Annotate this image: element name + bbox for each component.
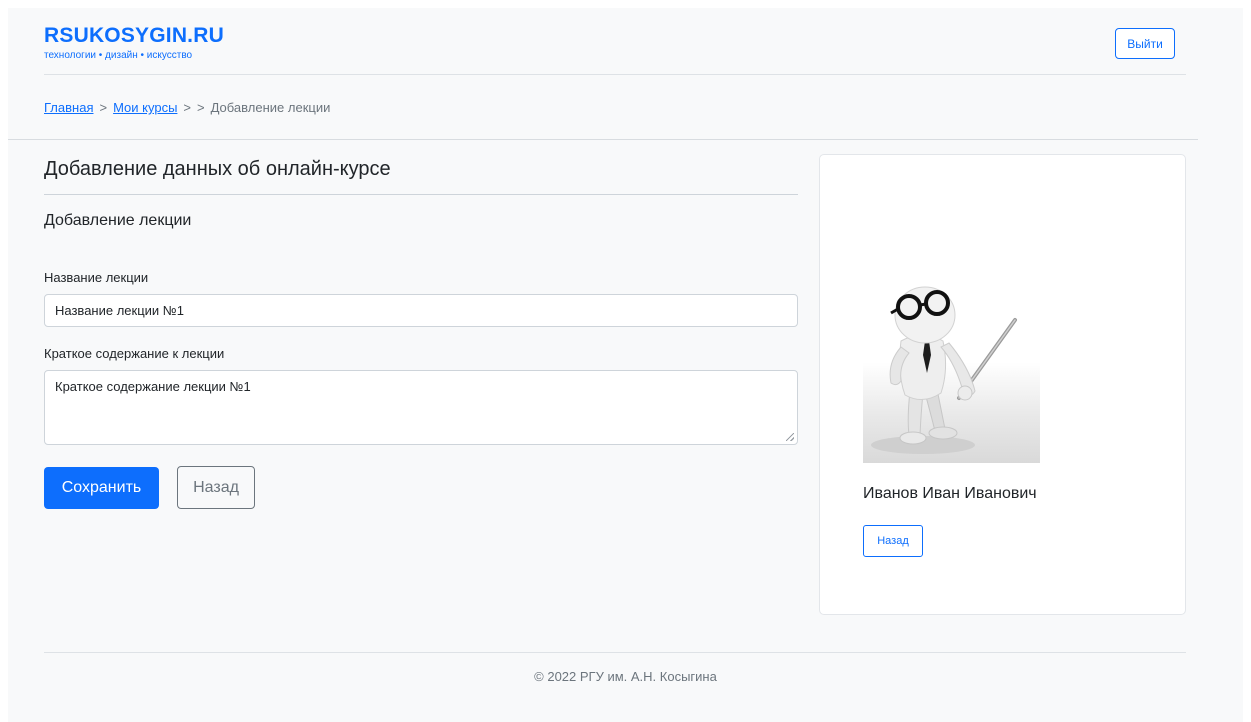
brand-subtitle: технологии • дизайн • искусство — [44, 50, 193, 61]
lecture-name-input[interactable]: Название лекции №1 — [44, 294, 798, 327]
brand-title: RSUKOSYGIN.RU — [44, 24, 224, 47]
lecture-summary-value: Краткое содержание лекции №1 — [55, 379, 251, 394]
page: RSUKOSYGIN.RU технологии • дизайн • иску… — [8, 8, 1243, 722]
back-button[interactable]: Назад — [177, 466, 255, 509]
lecture-name-label: Название лекции — [44, 270, 149, 285]
content-divider — [8, 139, 1198, 140]
breadcrumb-my-courses-link[interactable]: Мои курсы — [113, 100, 177, 115]
header-divider — [44, 74, 1186, 75]
teacher-illustration-icon — [863, 223, 1040, 463]
section-title: Добавление лекции — [44, 212, 192, 229]
title-divider — [44, 194, 798, 195]
footer-divider — [44, 652, 1186, 653]
breadcrumb-current: Добавление лекции — [210, 100, 331, 115]
breadcrumb-separator: > — [99, 100, 108, 115]
page-title: Добавление данных об онлайн-курсе — [44, 158, 391, 180]
save-button[interactable]: Сохранить — [44, 467, 159, 509]
resize-handle-icon[interactable] — [786, 433, 794, 441]
breadcrumb-separator: > — [197, 100, 205, 115]
lecture-summary-label: Краткое содержание к лекции — [44, 346, 225, 361]
breadcrumb-home-link[interactable]: Главная — [44, 100, 93, 115]
footer-copyright: © 2022 РГУ им. А.Н. Косыгина — [534, 669, 717, 684]
teacher-card: Иванов Иван Иванович Назад — [819, 154, 1186, 615]
breadcrumb-separator: > — [183, 100, 192, 115]
breadcrumb: Главная > Мои курсы > > Добавление лекци… — [44, 100, 330, 115]
card-back-button[interactable]: Назад — [863, 525, 923, 557]
site-logo[interactable]: RSUKOSYGIN.RU технологии • дизайн • иску… — [44, 24, 224, 61]
logout-button[interactable]: Выйти — [1115, 28, 1175, 59]
lecture-summary-textarea[interactable]: Краткое содержание лекции №1 — [44, 370, 798, 445]
teacher-name: Иванов Иван Иванович — [863, 485, 1037, 502]
